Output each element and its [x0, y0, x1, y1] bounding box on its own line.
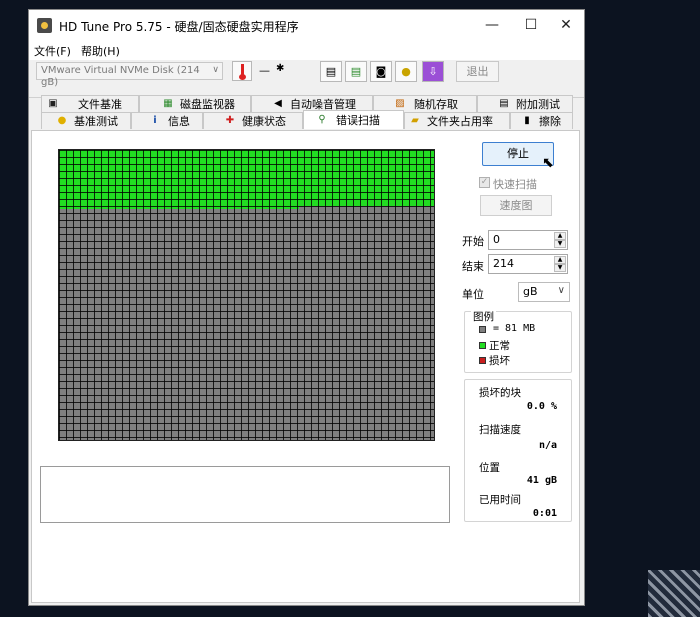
lightbulb-icon: ●	[57, 115, 67, 126]
legend-block-swatch	[479, 326, 486, 333]
disk-select[interactable]: VMware Virtual NVMe Disk (214 gB) ∨	[36, 62, 223, 88]
block-map	[58, 149, 435, 441]
end-label: 结束	[462, 260, 484, 273]
background-desktop-graphic	[648, 570, 700, 617]
damaged-blocks-value: 0.0 %	[526, 401, 557, 412]
tab-file-benchmark[interactable]: ▣ 文件基准	[41, 95, 139, 112]
stats-group: 损坏的块 0.0 % 扫描速度 n/a 位置 41 gB 已用时间 0:01	[464, 379, 572, 522]
menu-file[interactable]: 文件(F)	[34, 43, 71, 59]
exit-button[interactable]: 退出	[456, 61, 499, 82]
copy-alt-button[interactable]: ▤	[345, 61, 367, 82]
tab-health[interactable]: ✚ 健康状态	[203, 112, 303, 129]
scan-log	[40, 466, 450, 523]
app-icon	[37, 18, 52, 33]
scanned-blocks-partial-row	[59, 206, 299, 209]
end-decrement-button[interactable]: ▼	[554, 264, 566, 272]
thermometer-icon	[232, 61, 252, 81]
start-decrement-button[interactable]: ▼	[554, 240, 566, 248]
scanned-blocks-full-rows	[59, 150, 434, 206]
start-increment-button[interactable]: ▲	[554, 232, 566, 240]
magnifier-icon: ⚲	[318, 114, 326, 125]
save-button[interactable]: ⇩	[422, 61, 444, 82]
info-icon: i	[153, 115, 157, 126]
trash-icon: ▮	[524, 115, 530, 126]
menu-bar: 文件(F) 帮助(H)	[29, 40, 584, 60]
copy-alt-icon: ▤	[350, 65, 362, 78]
legend-ok-swatch	[479, 342, 486, 349]
speaker-icon: ◀	[274, 98, 282, 109]
scan-speed-label: 扫描速度	[479, 424, 521, 436]
coins-icon: ●	[401, 65, 411, 78]
chevron-down-icon: ∨	[557, 285, 565, 296]
position-label: 位置	[479, 462, 500, 474]
scan-speed-value: n/a	[538, 440, 557, 451]
disk-monitor-icon: ▦	[163, 98, 173, 109]
file-benchmark-icon: ▣	[48, 98, 58, 109]
elapsed-time-value: 0:01	[532, 508, 557, 519]
menu-help[interactable]: 帮助(H)	[81, 43, 120, 59]
start-value: 0	[493, 233, 500, 246]
copy-icon: ▤	[325, 65, 337, 78]
tab-benchmark[interactable]: ● 基准测试	[41, 112, 131, 129]
chevron-down-icon: ∨	[212, 65, 219, 75]
unit-label: 单位	[462, 288, 484, 301]
position-value: 41 gB	[526, 475, 557, 486]
end-value: 214	[493, 257, 514, 270]
window-title: HD Tune Pro 5.75 - 硬盘/固态硬盘实用程序	[59, 20, 299, 34]
unit-select[interactable]: gB ∨	[518, 282, 570, 302]
start-input[interactable]: 0 ▲ ▼	[488, 230, 568, 250]
quick-scan-label: 快速扫描	[493, 178, 537, 191]
tab-extra-tests[interactable]: ▤ 附加测试	[477, 95, 573, 112]
start-label: 开始	[462, 235, 484, 248]
legend-block-size: = 81 MB	[493, 323, 536, 334]
legend-title: 图例	[471, 309, 496, 324]
copy-button[interactable]: ▤	[320, 61, 342, 82]
download-icon: ⇩	[428, 65, 438, 78]
damaged-blocks-label: 损坏的块	[479, 387, 521, 399]
title-bar[interactable]: HD Tune Pro 5.75 - 硬盘/固态硬盘实用程序 — ☐ ✕	[29, 10, 584, 40]
temperature-value: —	[259, 64, 270, 77]
quick-scan-checkbox[interactable]: ✓	[479, 177, 490, 188]
health-cross-icon: ✚	[225, 115, 235, 126]
tab-erase[interactable]: ▮ 擦除	[510, 112, 573, 129]
extra-tests-icon: ▤	[499, 98, 509, 109]
options-button[interactable]: ●	[395, 61, 417, 82]
folder-icon: ▰	[411, 115, 419, 126]
camera-icon: ◙	[375, 65, 387, 78]
speed-map-button[interactable]: 速度图	[480, 195, 552, 216]
elapsed-time-label: 已用时间	[479, 494, 521, 506]
mouse-cursor-icon: ⬉	[542, 155, 554, 171]
end-increment-button[interactable]: ▲	[554, 256, 566, 264]
legend-ok-label: 正常	[489, 340, 510, 352]
tab-disk-monitor[interactable]: ▦ 磁盘监视器	[139, 95, 251, 112]
end-input[interactable]: 214 ▲ ▼	[488, 254, 568, 274]
screenshot-button[interactable]: ◙	[370, 61, 392, 82]
tab-error-scan[interactable]: ⚲ 错误扫描	[303, 110, 404, 129]
unit-value: gB	[523, 285, 538, 298]
legend-damaged-swatch	[479, 357, 486, 364]
temperature-unit-icon: ✱	[276, 63, 285, 74]
random-access-icon: ▨	[395, 98, 405, 109]
close-button[interactable]: ✕	[543, 10, 589, 40]
legend-damaged-label: 损坏	[489, 355, 510, 367]
tab-info[interactable]: i 信息	[131, 112, 203, 129]
tab-folder-usage[interactable]: ▰ 文件夹占用率	[404, 112, 510, 129]
legend-group: 图例 = 81 MB 正常 损坏	[464, 309, 572, 373]
